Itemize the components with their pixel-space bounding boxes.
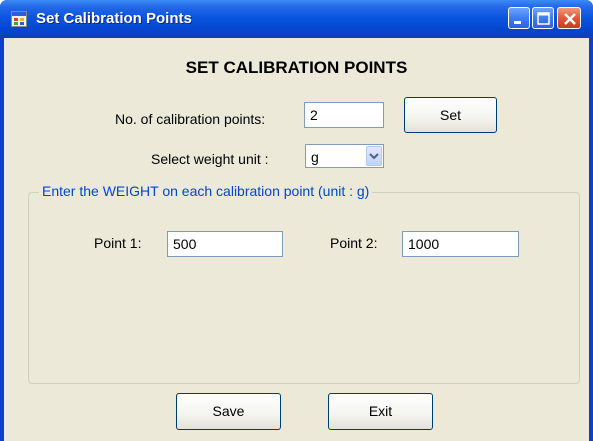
close-icon	[564, 13, 576, 25]
set-button[interactable]: Set	[404, 97, 497, 133]
point-1-label: Point 1:	[94, 235, 142, 251]
minimize-icon	[514, 21, 521, 24]
point-2-input[interactable]: 1000	[402, 231, 519, 257]
group-legend: Enter the WEIGHT on each calibration poi…	[39, 183, 373, 199]
form-icon[interactable]	[11, 11, 27, 27]
form-body: SET CALIBRATION POINTS No. of calibratio…	[4, 38, 589, 441]
maximize-icon	[537, 12, 550, 25]
form-heading: SET CALIBRATION POINTS	[185, 58, 408, 77]
maximize-button[interactable]	[532, 7, 554, 29]
minimize-button[interactable]	[508, 7, 530, 29]
exit-button[interactable]: Exit	[328, 393, 433, 430]
title-bar[interactable]: Set Calibration Points	[0, 0, 593, 38]
window-title: Set Calibration Points	[36, 10, 192, 27]
point-1-input[interactable]: 500	[167, 231, 283, 257]
weight-unit-value: g	[311, 149, 319, 165]
weight-unit-label: Select weight unit :	[151, 151, 269, 167]
calibration-window: Set Calibration Points SET CALIBRATION P…	[0, 0, 593, 441]
save-button[interactable]: Save	[176, 393, 281, 430]
point-2-label: Point 2:	[330, 235, 378, 251]
num-points-input[interactable]: 2	[304, 102, 384, 128]
weight-groupbox: Enter the WEIGHT on each calibration poi…	[28, 183, 580, 384]
weight-unit-select[interactable]: g	[305, 144, 384, 168]
num-points-label: No. of calibration points:	[115, 111, 266, 127]
chevron-down-icon[interactable]	[366, 146, 382, 166]
close-button[interactable]	[557, 7, 581, 29]
